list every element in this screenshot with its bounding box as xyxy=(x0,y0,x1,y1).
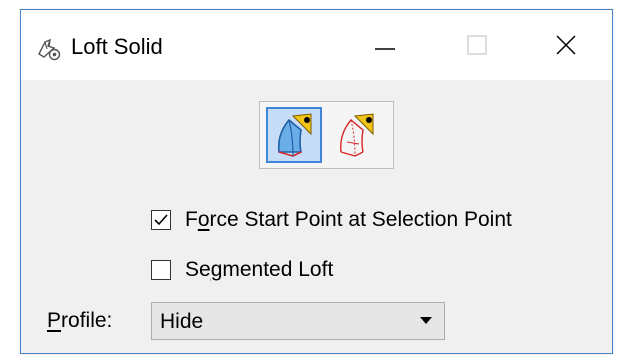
title-bar[interactable]: Loft Solid xyxy=(21,10,612,80)
profile-label: Profile: xyxy=(47,308,112,334)
force-start-point-option[interactable]: Force Start Point at Selection Point xyxy=(151,207,512,233)
label-prefix: F xyxy=(185,208,198,231)
access-key: o xyxy=(197,208,210,231)
force-start-point-label[interactable]: Force Start Point at Selection Point xyxy=(185,207,512,233)
loft-solid-smooth-icon xyxy=(277,113,312,157)
loft-mode-toolbar xyxy=(259,101,394,169)
loft-mode-outline-button[interactable] xyxy=(328,107,384,163)
force-start-point-checkbox[interactable] xyxy=(151,210,171,230)
segmented-loft-option[interactable]: Segmented Loft xyxy=(151,257,333,283)
minimize-icon xyxy=(375,48,395,50)
minimize-button[interactable] xyxy=(339,10,431,80)
segmented-loft-label[interactable]: Segmented Loft xyxy=(185,257,333,283)
label-suffix: mented Loft xyxy=(222,258,334,281)
profile-dropdown-value: Hide xyxy=(160,310,204,333)
maximize-icon xyxy=(467,35,487,55)
loft-mode-smooth-button[interactable] xyxy=(266,107,322,163)
label-suffix: rce Start Point at Selection Point xyxy=(209,208,512,231)
dropdown-arrow-icon xyxy=(420,317,432,324)
window-title: Loft Solid xyxy=(71,34,163,59)
segmented-loft-checkbox[interactable] xyxy=(151,260,171,280)
loft-solid-dialog: Loft Solid Force Start Point at Selectio… xyxy=(20,9,613,354)
profile-dropdown[interactable]: Hide xyxy=(151,302,445,340)
access-key: g xyxy=(210,258,223,281)
maximize-button[interactable] xyxy=(431,10,523,80)
loft-solid-outline-icon xyxy=(340,113,374,157)
checkmark-icon xyxy=(154,214,168,226)
app-icon xyxy=(38,38,61,61)
close-icon xyxy=(556,35,576,55)
access-key: P xyxy=(47,309,62,332)
close-button[interactable] xyxy=(520,10,612,80)
label-suffix: rofile: xyxy=(61,309,113,332)
label-prefix: Se xyxy=(185,258,211,281)
